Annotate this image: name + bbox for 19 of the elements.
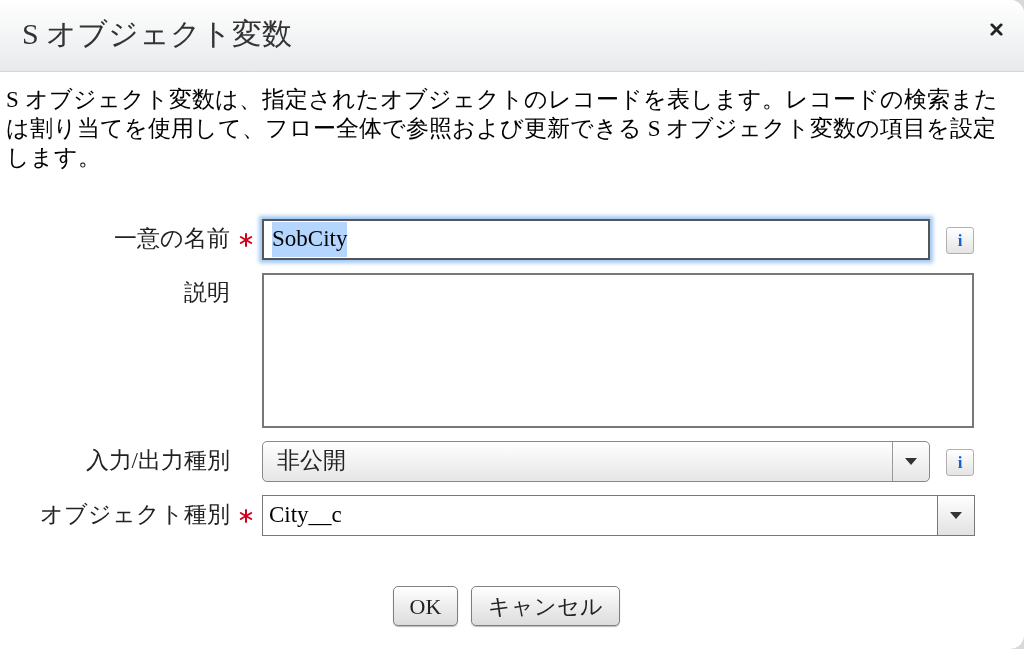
info-button[interactable]: i xyxy=(946,227,974,254)
description-textarea[interactable] xyxy=(262,273,974,428)
dialog-title: S オブジェクト変数 xyxy=(22,15,293,52)
name-input[interactable]: SobCity xyxy=(262,219,930,260)
field-label: 入力/出力種別 xyxy=(85,447,230,476)
field-label: 説明 xyxy=(184,279,230,308)
description-text: S オブジェクト変数は、指定されたオブジェクトのレコードを表します。レコードの検索または割り当てを使用して、フロー全体で参照および更新できる S オブジェクト変数の項目を設定します。 xyxy=(5,86,999,172)
close-icon xyxy=(989,23,1003,36)
field-label: オブジェクト種別 xyxy=(40,501,230,530)
caret-icon xyxy=(950,512,962,519)
object-type-input[interactable]: City__c xyxy=(262,495,938,536)
dialog-button[interactable]: キャンセル xyxy=(471,586,621,626)
dialog-button[interactable]: OK xyxy=(392,586,459,626)
dropdown-button[interactable] xyxy=(938,495,975,536)
field-label: 一意の名前 xyxy=(114,225,230,254)
close-button[interactable] xyxy=(988,21,1004,38)
caret-icon xyxy=(905,458,917,465)
info-button[interactable]: i xyxy=(946,449,974,476)
select-field[interactable]: 非公開 xyxy=(262,441,930,482)
